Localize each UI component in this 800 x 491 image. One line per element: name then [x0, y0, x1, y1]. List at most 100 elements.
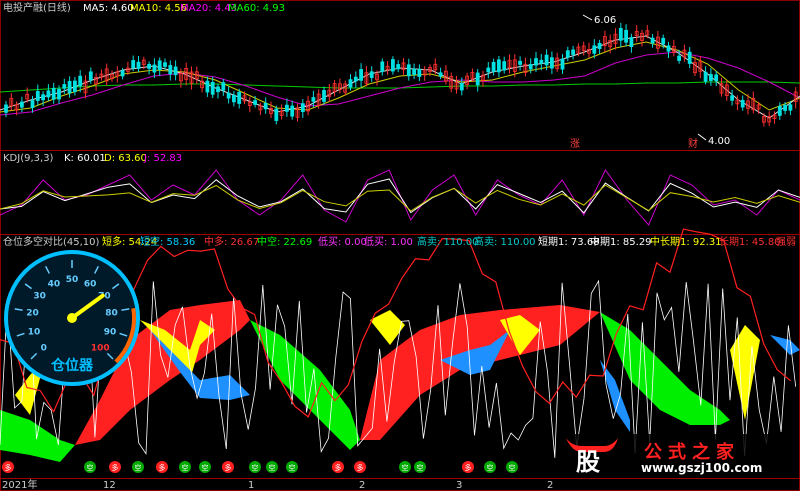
readout-9: 中期1: 85.29	[590, 235, 652, 248]
ma20-line	[0, 51, 800, 116]
readout-7: 高卖: 110.00	[474, 235, 536, 248]
gauge-tick-label: 30	[33, 291, 46, 301]
marker-label: 多	[357, 463, 364, 472]
candle-body	[284, 104, 289, 112]
marker-label: 空	[289, 463, 296, 472]
candle-body	[396, 64, 401, 70]
candle-body	[788, 104, 793, 111]
watermark-title: 公式之家	[644, 441, 740, 463]
marker-label: 多	[465, 463, 472, 472]
readout-12: 强弱	[776, 236, 796, 248]
candle-body	[163, 62, 167, 67]
candle-body	[226, 92, 231, 99]
gauge-title: 仓位器	[50, 357, 94, 374]
gauge-tick-label: 80	[105, 309, 118, 319]
candle-body	[544, 54, 549, 66]
candle-body	[322, 90, 326, 102]
candle-body	[560, 58, 565, 70]
candle-body	[46, 90, 51, 98]
axis-label-2021: 2021年	[2, 478, 37, 491]
candle-body	[4, 104, 8, 113]
marker-label: 空	[417, 463, 424, 472]
kdj-panel	[0, 169, 800, 226]
candle-body	[78, 75, 83, 87]
candle-body	[624, 29, 628, 43]
ma5-label: MA5: 4.60	[83, 3, 134, 14]
candle-body	[534, 58, 538, 66]
candle-body	[417, 68, 422, 77]
readout-2: 中多: 26.67	[204, 235, 259, 248]
candle-body	[486, 67, 491, 73]
candle-body	[777, 105, 782, 116]
price-panel	[0, 14, 800, 141]
marker-label: 空	[182, 463, 189, 472]
candle-body	[518, 60, 522, 65]
candle-body	[168, 65, 173, 75]
candle-body	[19, 101, 24, 108]
candle-body	[714, 74, 719, 81]
candle-body	[618, 28, 623, 41]
candle-body	[274, 108, 279, 121]
candle-body	[677, 55, 681, 61]
gauge-tick-label: 0	[41, 343, 47, 353]
candle-body	[30, 100, 35, 109]
gauge-tick-label: 100	[91, 343, 110, 353]
kdj-d-label: D: 63.60	[104, 153, 147, 164]
kdj-d-line	[0, 184, 800, 212]
marker-label: 空	[402, 463, 409, 472]
yellow-band-2	[370, 310, 405, 345]
candle-body	[412, 68, 417, 75]
kdj-k-label: K: 60.01	[64, 153, 106, 164]
candle-body	[597, 42, 602, 50]
position-gauge: 0102030405060708090100仓位器	[4, 250, 140, 386]
candle-body	[565, 50, 570, 58]
candle-body	[550, 57, 554, 69]
candle-body	[502, 61, 507, 71]
candle-body	[120, 70, 125, 77]
axis-label-1: 1	[248, 480, 254, 491]
gauge-tick-label: 10	[28, 327, 41, 337]
candle-body	[369, 71, 374, 78]
candle-body	[703, 71, 708, 82]
candle-body	[348, 79, 353, 88]
chart-window: 0102030405060708090100仓位器 多空多空多空空多空空空多多空…	[0, 0, 800, 491]
candle-body	[88, 71, 93, 81]
candle-body	[571, 49, 575, 55]
candle-body	[210, 82, 215, 95]
candle-body	[666, 45, 671, 52]
candle-body	[459, 83, 464, 91]
low-pointer	[697, 133, 707, 141]
gauge-tick-label: 90	[104, 327, 117, 337]
candle-body	[157, 60, 162, 70]
candle-body	[147, 64, 152, 69]
readout-5: 低买: 1.00	[364, 235, 413, 248]
candle-body	[173, 66, 178, 76]
marker-label: 空	[202, 463, 209, 472]
readout-4: 低买: 0.00	[318, 235, 367, 248]
candle-body	[730, 95, 734, 101]
axis-label-3: 3	[456, 480, 462, 491]
candle-body	[290, 105, 295, 117]
marker-label: 多	[112, 463, 119, 472]
gauge-tick-label: 40	[48, 279, 61, 289]
axis-label-12: 12	[103, 480, 116, 491]
high-pointer	[582, 14, 593, 21]
candle-body	[131, 60, 136, 69]
marker-label: 多	[5, 463, 12, 472]
candle-body	[41, 94, 45, 101]
gauge-hub	[67, 313, 77, 323]
candle-body	[390, 59, 395, 72]
readout-10: 中长期1: 92.31	[650, 235, 722, 248]
candle-body	[57, 88, 61, 100]
indicator-header: 仓位多空对比(45,10) 短多: 54.24短空: 58.36 中多: 26.6…	[3, 235, 796, 248]
axis-label-2b: 2	[547, 480, 553, 491]
candle-body	[380, 61, 385, 72]
marker-label: 空	[252, 463, 259, 472]
marker-label: 空	[269, 463, 276, 472]
watermark-glyph: 股	[576, 448, 600, 476]
watermark: 股 公式之家 www.gszj100.com	[560, 434, 792, 476]
gauge-tick-label: 20	[26, 309, 39, 319]
candle-body	[783, 104, 787, 111]
candle-body	[740, 99, 745, 108]
ma60-label: MA60: 4.93	[228, 3, 285, 14]
